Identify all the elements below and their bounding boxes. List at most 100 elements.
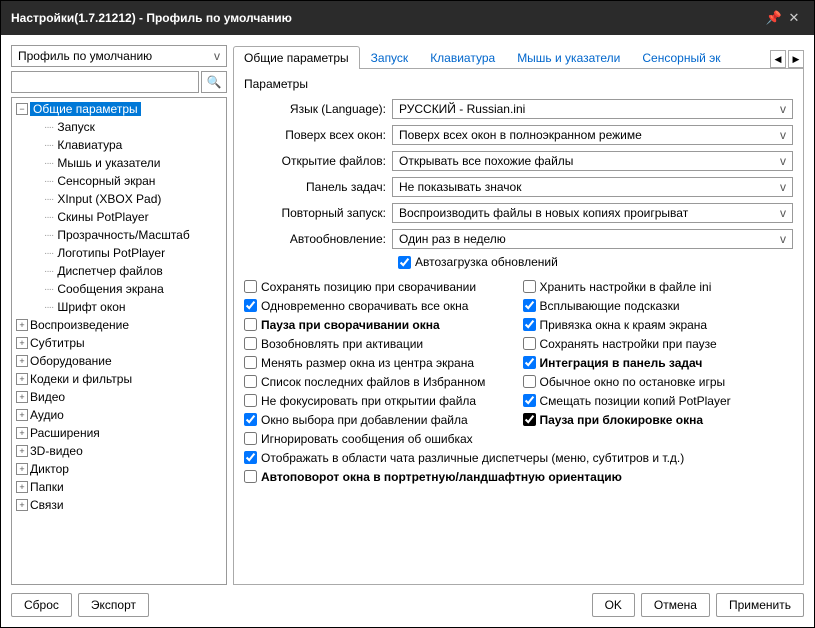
tab[interactable]: Сенсорный эк [631, 46, 731, 69]
checkbox-label: Привязка окна к краям экрана [540, 318, 708, 332]
tree-connector [44, 302, 53, 313]
checkbox[interactable] [244, 280, 257, 293]
dropdown[interactable]: Воспроизводить файлы в новых копиях прои… [392, 203, 793, 223]
dropdown[interactable]: Не показывать значокv [392, 177, 793, 197]
tab[interactable]: Мышь и указатели [506, 46, 631, 69]
checkbox-label: Всплывающие подсказки [540, 299, 680, 313]
checkbox[interactable] [244, 299, 257, 312]
tree-item[interactable]: +Связи [12, 496, 226, 514]
tab-scroll-right[interactable]: ▶ [788, 50, 804, 68]
checkbox[interactable] [523, 413, 536, 426]
tree-item[interactable]: Диспетчер файлов [12, 262, 226, 280]
chevron-down-icon: v [780, 232, 786, 246]
checkbox[interactable] [244, 470, 257, 483]
expand-icon[interactable]: + [16, 391, 28, 403]
tree-item[interactable]: +Расширения [12, 424, 226, 442]
tree-item[interactable]: +Аудио [12, 406, 226, 424]
tree-item-label: Клавиатура [57, 138, 122, 152]
tab[interactable]: Запуск [360, 46, 420, 69]
checkbox-label: Интеграция в панель задач [540, 356, 703, 370]
tree-item-label: Папки [30, 480, 64, 494]
checkbox[interactable] [244, 375, 257, 388]
checkbox[interactable] [244, 356, 257, 369]
tree-item[interactable]: Запуск [12, 118, 226, 136]
tab[interactable]: Общие параметры [233, 46, 360, 69]
checkbox-row: Интеграция в панель задач [523, 353, 794, 372]
dropdown-value: Поверх всех окон в полноэкранном режиме [399, 128, 642, 142]
checkbox[interactable] [523, 318, 536, 331]
dropdown[interactable]: Поверх всех окон в полноэкранном режимеv [392, 125, 793, 145]
expand-icon[interactable]: + [16, 499, 28, 511]
tree-item[interactable]: Сообщения экрана [12, 280, 226, 298]
tree-item[interactable]: Сенсорный экран [12, 172, 226, 190]
dropdown[interactable]: Открывать все похожие файлыv [392, 151, 793, 171]
ok-button[interactable]: OK [592, 593, 635, 617]
tree-item-label: Кодеки и фильтры [30, 372, 132, 386]
close-icon[interactable]: ✕ [784, 10, 804, 26]
pin-icon[interactable]: 📌 [764, 10, 784, 26]
search-input[interactable] [11, 71, 199, 93]
tree-item[interactable]: Прозрачность/Масштаб [12, 226, 226, 244]
expand-icon[interactable]: + [16, 355, 28, 367]
reset-button[interactable]: Сброс [11, 593, 72, 617]
tree-item[interactable]: +Субтитры [12, 334, 226, 352]
expand-icon[interactable]: + [16, 445, 28, 457]
dropdown[interactable]: Один раз в неделюv [392, 229, 793, 249]
tree-item[interactable]: +Видео [12, 388, 226, 406]
checkbox[interactable] [523, 337, 536, 350]
dropdown[interactable]: РУССКИЙ - Russian.iniv [392, 99, 793, 119]
tree-connector [44, 140, 53, 151]
checkbox[interactable] [523, 356, 536, 369]
expand-icon[interactable]: + [16, 337, 28, 349]
tree-item[interactable]: +Папки [12, 478, 226, 496]
form-label: Язык (Language): [244, 102, 392, 116]
tree-item-label: Расширения [30, 426, 100, 440]
checkbox[interactable] [244, 337, 257, 350]
checkbox[interactable] [523, 299, 536, 312]
tree-item[interactable]: Мышь и указатели [12, 154, 226, 172]
checkbox[interactable] [523, 280, 536, 293]
tree-connector [44, 266, 53, 277]
checkbox[interactable] [523, 375, 536, 388]
expand-icon[interactable]: + [16, 427, 28, 439]
expand-icon[interactable]: + [16, 463, 28, 475]
checkbox-label: Менять размер окна из центра экрана [261, 356, 474, 370]
checkbox[interactable] [244, 394, 257, 407]
tab-scroll-left[interactable]: ◀ [770, 50, 786, 68]
expand-icon[interactable]: + [16, 319, 28, 331]
tree-item[interactable]: Клавиатура [12, 136, 226, 154]
checkbox[interactable] [523, 394, 536, 407]
settings-tree[interactable]: −Общие параметры Запуск Клавиатура Мышь и у… [11, 97, 227, 585]
checkbox[interactable] [244, 413, 257, 426]
tree-item[interactable]: Логотипы PotPlayer [12, 244, 226, 262]
apply-button[interactable]: Применить [716, 593, 804, 617]
checkbox[interactable] [244, 451, 257, 464]
tree-item-label: Диспетчер файлов [57, 264, 162, 278]
tree-item[interactable]: Скины PotPlayer [12, 208, 226, 226]
checkbox-row: Обычное окно по остановке игры [523, 372, 794, 391]
tree-item[interactable]: −Общие параметры [12, 100, 226, 118]
tree-item[interactable]: +Оборудование [12, 352, 226, 370]
checkbox-label: Пауза при блокировке окна [540, 413, 704, 427]
expand-icon[interactable]: − [16, 103, 28, 115]
tree-item-label: Скины PotPlayer [57, 210, 148, 224]
search-button[interactable]: 🔍 [201, 71, 227, 93]
cancel-button[interactable]: Отмена [641, 593, 710, 617]
checkbox-label: Сохранять настройки при паузе [540, 337, 717, 351]
tree-item[interactable]: +Воспроизведение [12, 316, 226, 334]
tree-item-label: Запуск [57, 120, 95, 134]
checkbox[interactable] [244, 318, 257, 331]
autoload-checkbox[interactable] [398, 256, 411, 269]
expand-icon[interactable]: + [16, 373, 28, 385]
export-button[interactable]: Экспорт [78, 593, 149, 617]
tree-item[interactable]: Шрифт окон [12, 298, 226, 316]
tab[interactable]: Клавиатура [419, 46, 506, 69]
tree-item[interactable]: +Диктор [12, 460, 226, 478]
tree-item[interactable]: +3D-видео [12, 442, 226, 460]
expand-icon[interactable]: + [16, 481, 28, 493]
checkbox[interactable] [244, 432, 257, 445]
expand-icon[interactable]: + [16, 409, 28, 421]
profile-select[interactable]: Профиль по умолчанию v [11, 45, 227, 67]
tree-item[interactable]: +Кодеки и фильтры [12, 370, 226, 388]
tree-item[interactable]: XInput (XBOX Pad) [12, 190, 226, 208]
